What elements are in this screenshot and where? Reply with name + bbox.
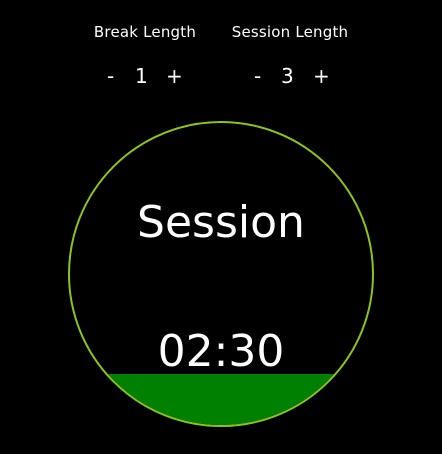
session-length-label: Session Length — [231, 23, 349, 41]
timer-progress-fill — [70, 373, 372, 425]
session-length-value: 3 — [281, 64, 294, 88]
session-decrement-button[interactable]: - — [254, 62, 261, 90]
session-increment-button[interactable]: + — [313, 62, 330, 90]
timer-time-display: 02:30 — [157, 326, 285, 377]
break-decrement-button[interactable]: - — [107, 62, 114, 90]
break-increment-button[interactable]: + — [166, 62, 183, 90]
break-length-value: 1 — [135, 64, 148, 88]
session-length-stepper: - 3 + — [210, 62, 370, 90]
timer-mode-label: Session — [137, 197, 305, 248]
break-length-stepper: - 1 + — [65, 62, 225, 90]
break-length-label: Break Length — [93, 23, 197, 41]
settings-panel: Break Length - 1 + Session Length - 3 + — [0, 0, 442, 100]
timer-clock[interactable]: Session 02:30 — [68, 121, 374, 427]
